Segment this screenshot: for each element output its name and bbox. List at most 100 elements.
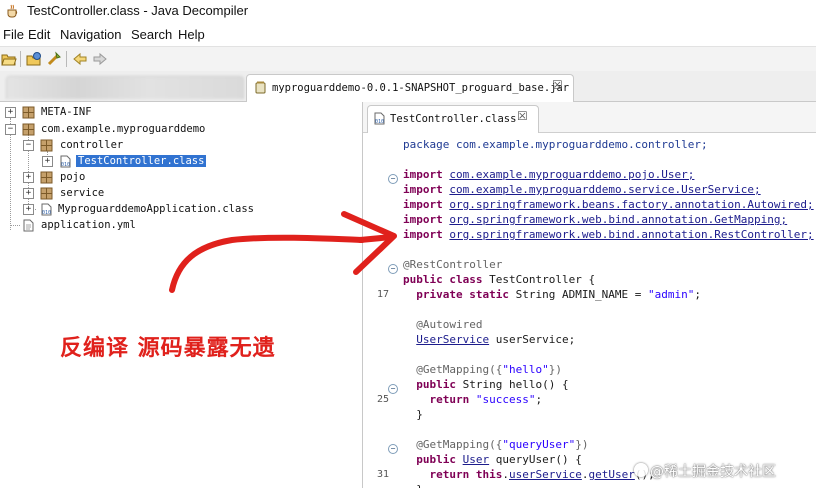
svg-text:010: 010 bbox=[375, 119, 384, 125]
go-to-icon[interactable] bbox=[46, 51, 62, 67]
menu-help[interactable]: Help bbox=[178, 27, 205, 42]
fold-toggle-icon[interactable]: − bbox=[388, 264, 398, 274]
string-literal: "admin" bbox=[648, 288, 695, 301]
tree-item-application-yml[interactable]: application.yml bbox=[41, 219, 136, 231]
annotation: @GetMapping({ bbox=[416, 363, 503, 376]
code-line-import: import com.example.myproguarddemo.servic… bbox=[403, 182, 761, 197]
annotation: @Autowired bbox=[416, 318, 483, 331]
menu-file[interactable]: File bbox=[3, 27, 24, 42]
line-number: 25 bbox=[376, 394, 389, 405]
keyword: public bbox=[403, 273, 443, 286]
code-line-method-decl: public User queryUser() { bbox=[403, 452, 582, 467]
code-line-return: return "success"; bbox=[403, 392, 543, 407]
keyword: import bbox=[403, 228, 443, 241]
string-literal: "queryUser" bbox=[502, 438, 576, 451]
close-tab-icon[interactable]: ☒ bbox=[517, 109, 528, 123]
tree-item-root-package[interactable]: com.example.myproguarddemo bbox=[41, 123, 205, 135]
code-line-field: private static String ADMIN_NAME = "admi… bbox=[403, 287, 701, 302]
annotation-end: }) bbox=[575, 438, 589, 451]
expand-toggle[interactable]: + bbox=[23, 188, 34, 199]
code-line-import: import org.springframework.beans.factory… bbox=[403, 197, 814, 212]
import-link[interactable]: org.springframework.beans.factory.annota… bbox=[449, 198, 813, 211]
tree-item-application-class[interactable]: MyproguarddemoApplication.class bbox=[58, 203, 254, 215]
expand-toggle[interactable]: + bbox=[23, 204, 34, 215]
back-arrow-icon[interactable] bbox=[72, 51, 88, 67]
menu-edit[interactable]: Edit bbox=[28, 27, 50, 42]
menu-search[interactable]: Search bbox=[131, 27, 172, 42]
editor-tab-strip: 010 TestController.class ☒ bbox=[363, 102, 816, 133]
keyword: return bbox=[429, 468, 470, 481]
package-name: com.example.myproguarddemo.controller; bbox=[449, 138, 708, 151]
expand-toggle[interactable]: + bbox=[42, 156, 53, 167]
keyword: this bbox=[475, 468, 503, 481]
jar-file-tab[interactable]: myproguarddemo-0.0.1-SNAPSHOT_proguard_b… bbox=[246, 74, 574, 102]
code-line-package: package com.example.myproguarddemo.contr… bbox=[403, 137, 708, 152]
import-link[interactable]: org.springframework.web.bind.annotation.… bbox=[449, 213, 787, 226]
code-line-close: } bbox=[403, 482, 423, 488]
keyword: public bbox=[416, 378, 456, 391]
fold-toggle-icon[interactable]: − bbox=[388, 444, 398, 454]
annotation: @GetMapping({ bbox=[416, 438, 503, 451]
code-line-annotation: @Autowired bbox=[403, 317, 482, 332]
fold-toggle-icon[interactable]: − bbox=[388, 174, 398, 184]
code-line-return: return this.userService.getUser(); bbox=[403, 467, 655, 482]
field-link[interactable]: userService bbox=[509, 468, 582, 481]
code-line-close: } bbox=[403, 407, 423, 422]
keyword: import bbox=[403, 183, 443, 196]
watermark-logo-icon bbox=[634, 463, 648, 477]
open-file-icon[interactable] bbox=[1, 51, 17, 67]
annotation: @RestController bbox=[403, 258, 503, 271]
keyword: import bbox=[403, 213, 443, 226]
collapse-toggle[interactable]: − bbox=[23, 140, 34, 151]
tree-item-service[interactable]: service bbox=[60, 187, 104, 199]
code-line-annotation: @GetMapping({"queryUser"}) bbox=[403, 437, 588, 452]
keyword: import bbox=[403, 198, 443, 211]
collapse-toggle[interactable]: − bbox=[5, 124, 16, 135]
type-link[interactable]: UserService bbox=[416, 333, 489, 346]
jar-file-icon bbox=[255, 81, 266, 94]
class-file-icon: 010 bbox=[41, 203, 52, 216]
title-bar: TestController.class - Java Decompiler bbox=[0, 0, 816, 24]
method-link[interactable]: getUser bbox=[588, 468, 634, 481]
method-decl: String hello() { bbox=[456, 378, 569, 391]
watermark: @稀土掘金技术社区 bbox=[650, 464, 776, 480]
keyword: import bbox=[403, 168, 443, 181]
open-type-icon[interactable] bbox=[26, 51, 42, 67]
tree-item-testcontroller-class[interactable]: TestController.class bbox=[76, 155, 207, 167]
expand-toggle[interactable]: + bbox=[23, 172, 34, 183]
import-link[interactable]: com.example.myproguarddemo.pojo.User; bbox=[449, 168, 694, 181]
method-decl: queryUser() { bbox=[489, 453, 582, 466]
tree-connector bbox=[10, 225, 20, 226]
editor-tab-testcontroller[interactable]: 010 TestController.class ☒ bbox=[367, 105, 539, 133]
menu-navigation[interactable]: Navigation bbox=[60, 27, 121, 42]
forward-arrow-icon[interactable] bbox=[92, 51, 108, 67]
tree-item-controller[interactable]: controller bbox=[60, 139, 123, 151]
tree-item-meta-inf[interactable]: META-INF bbox=[41, 106, 92, 118]
class-name: TestController { bbox=[482, 273, 596, 286]
close-tab-icon[interactable]: ☒ bbox=[552, 78, 563, 92]
tree-item-pojo[interactable]: pojo bbox=[60, 171, 85, 183]
code-line-annotation: @GetMapping({"hello"}) bbox=[403, 362, 562, 377]
line-number: 31 bbox=[376, 469, 389, 480]
window-title: TestController.class - Java Decompiler bbox=[27, 3, 249, 18]
import-link[interactable]: com.example.myproguarddemo.service.UserS… bbox=[449, 183, 760, 196]
keyword: class bbox=[449, 273, 483, 286]
svg-text:010: 010 bbox=[42, 210, 51, 216]
string-literal: "hello" bbox=[502, 363, 549, 376]
line-number: 17 bbox=[376, 289, 389, 300]
import-link[interactable]: org.springframework.web.bind.annotation.… bbox=[449, 228, 813, 241]
code-line-import: import org.springframework.web.bind.anno… bbox=[403, 227, 814, 242]
field-name: userService; bbox=[489, 333, 576, 346]
fold-toggle-icon[interactable]: − bbox=[388, 384, 398, 394]
toolbar-separator bbox=[20, 51, 21, 67]
package-icon bbox=[40, 171, 53, 184]
blurred-file-tab[interactable] bbox=[6, 76, 244, 99]
close-brace: } bbox=[416, 483, 423, 488]
package-tree-pane: + META-INF − com.example.myproguarddemo … bbox=[0, 102, 363, 488]
code-view[interactable]: package com.example.myproguarddemo.contr… bbox=[399, 133, 816, 488]
type-link[interactable]: User bbox=[463, 453, 490, 466]
editor-gutter: − − 17 − 25 − 31 bbox=[363, 133, 399, 488]
menu-bar: File Edit Navigation Search Help bbox=[0, 25, 816, 45]
expand-toggle[interactable]: + bbox=[5, 107, 16, 118]
annotation-end: }) bbox=[548, 363, 562, 376]
